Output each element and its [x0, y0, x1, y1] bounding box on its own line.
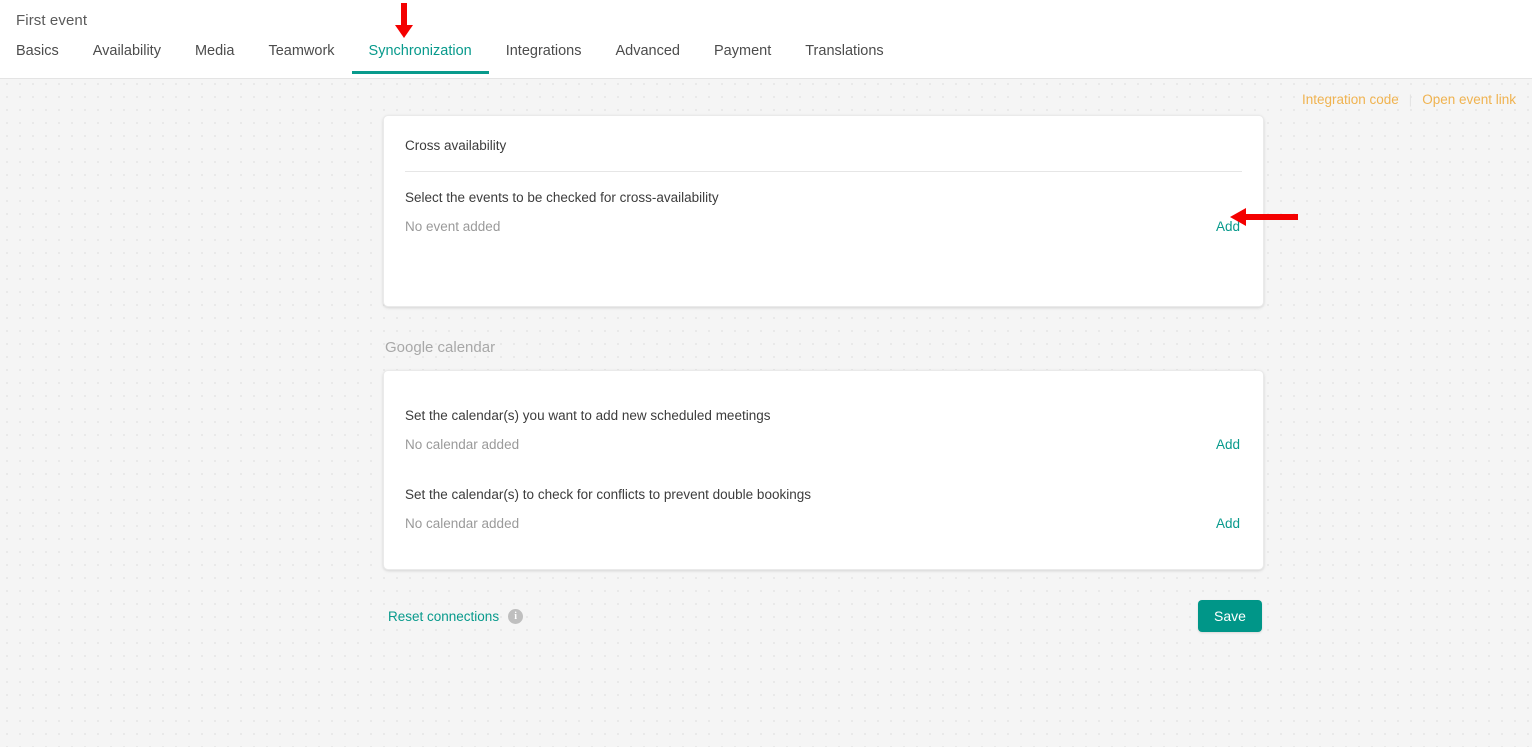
tab-translations[interactable]: Translations [788, 43, 900, 74]
main-content: Cross availability Select the events to … [383, 115, 1264, 632]
form-footer: Reset connections i Save [383, 600, 1264, 632]
links-separator: | [1408, 92, 1413, 107]
page-title: First event [16, 12, 88, 29]
google-calendar-heading: Google calendar [385, 339, 496, 356]
cross-availability-field-label: Select the events to be checked for cros… [405, 190, 719, 205]
cross-availability-card: Cross availability Select the events to … [383, 115, 1264, 307]
tab-payment[interactable]: Payment [697, 43, 788, 74]
tab-integrations[interactable]: Integrations [489, 43, 599, 74]
info-icon[interactable]: i [508, 608, 524, 624]
tab-availability[interactable]: Availability [76, 43, 178, 74]
card-divider [405, 171, 1242, 172]
open-event-link[interactable]: Open event link [1422, 92, 1516, 107]
tab-media[interactable]: Media [178, 43, 252, 74]
add-calendar-scheduled-button[interactable]: Add [1216, 437, 1242, 452]
save-button[interactable]: Save [1198, 600, 1262, 632]
cross-availability-row: No event added Add [405, 219, 1242, 234]
calendar-conflicts-label: Set the calendar(s) to check for conflic… [405, 487, 811, 502]
calendar-conflicts-row: No calendar added Add [405, 516, 1242, 531]
calendar-conflicts-empty-text: No calendar added [405, 516, 520, 531]
tab-teamwork[interactable]: Teamwork [251, 43, 351, 74]
google-calendar-card: Set the calendar(s) you want to add new … [383, 370, 1264, 570]
add-event-button[interactable]: Add [1216, 219, 1242, 234]
tab-basics[interactable]: Basics [16, 43, 76, 74]
app-header: First event Basics Availability Media Te… [0, 0, 1532, 79]
tab-bar: Basics Availability Media Teamwork Synch… [0, 38, 1532, 74]
reset-connections-button[interactable]: Reset connections [388, 609, 499, 624]
add-calendar-conflicts-button[interactable]: Add [1216, 516, 1242, 531]
cross-availability-title: Cross availability [405, 138, 507, 153]
top-right-links: Integration code | Open event link [1302, 92, 1516, 107]
tab-synchronization[interactable]: Synchronization [351, 43, 489, 74]
tab-advanced[interactable]: Advanced [599, 43, 698, 74]
calendar-scheduled-empty-text: No calendar added [405, 437, 520, 452]
calendar-scheduled-label: Set the calendar(s) you want to add new … [405, 408, 771, 423]
calendar-group-scheduled-meetings: Set the calendar(s) you want to add new … [405, 407, 1242, 452]
calendar-group-conflicts: Set the calendar(s) to check for conflic… [405, 486, 1242, 531]
integration-code-link[interactable]: Integration code [1302, 92, 1399, 107]
calendar-scheduled-row: No calendar added Add [405, 437, 1242, 452]
reset-connections-group: Reset connections i [388, 608, 524, 624]
cross-availability-empty-text: No event added [405, 219, 501, 234]
